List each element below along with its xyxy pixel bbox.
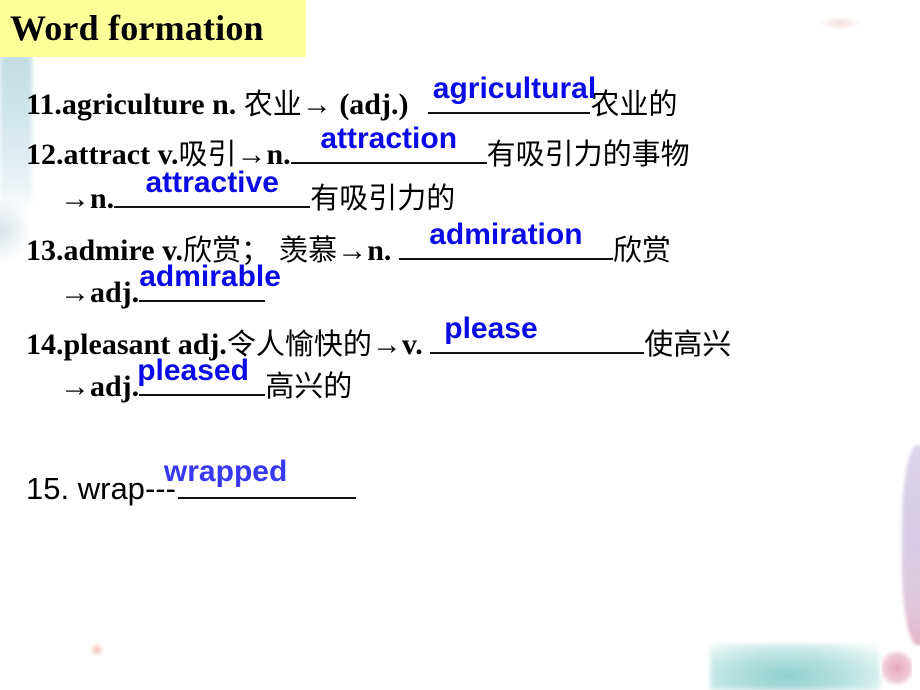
target-meaning: 使高兴 bbox=[644, 327, 732, 361]
watercolor-decoration-bottom bbox=[710, 644, 880, 690]
target-pos: n. bbox=[367, 234, 392, 267]
slide-title: Word formation bbox=[10, 8, 264, 48]
item-14-sub: →adj. pleased 高兴的 bbox=[60, 356, 353, 403]
watercolor-decoration-bottom-pink bbox=[882, 648, 912, 688]
watercolor-decoration-right bbox=[902, 445, 920, 645]
watercolor-dot bbox=[90, 643, 104, 657]
target-pos: n. bbox=[90, 182, 115, 215]
target-pos: adj. bbox=[90, 370, 140, 403]
answer-blank[interactable]: admirable bbox=[139, 262, 281, 302]
item-word: agriculture bbox=[61, 88, 205, 121]
answer-text: please bbox=[444, 312, 538, 345]
answer-blank[interactable]: admiration bbox=[398, 220, 613, 260]
item-word: attract bbox=[63, 138, 151, 171]
item-14: 14.pleasant adj.令人愉快的→v. please 使高兴 bbox=[26, 314, 732, 361]
answer-text: admirable bbox=[139, 260, 281, 293]
arrow: → bbox=[337, 234, 368, 267]
item-number: 11. bbox=[26, 88, 62, 121]
answer-blank[interactable]: agricultural bbox=[428, 74, 596, 114]
answer-text: wrapped bbox=[163, 455, 288, 488]
item-pos: n. bbox=[212, 88, 237, 121]
title-banner: Word formation bbox=[0, 0, 306, 57]
item-12: 12.attract v.吸引→n. attraction 有吸引力的事物 bbox=[26, 124, 690, 171]
item-word: wrap bbox=[77, 471, 145, 506]
arrow: → bbox=[60, 182, 90, 215]
item-meaning: 农业 bbox=[243, 87, 302, 121]
answer-blank[interactable]: attraction bbox=[290, 124, 487, 164]
arrow: → bbox=[60, 276, 90, 309]
watercolor-decoration-top-right bbox=[820, 16, 860, 30]
item-number: 12. bbox=[26, 138, 64, 171]
item-number: 13. bbox=[26, 234, 64, 267]
answer-text: pleased bbox=[137, 354, 249, 387]
item-13: 13.admire v.欣赏； 羡慕→n. admiration 欣赏 bbox=[26, 220, 671, 267]
answer-blank[interactable]: attractive bbox=[114, 168, 311, 208]
answer-blank[interactable]: pleased bbox=[137, 356, 266, 396]
arrow: → bbox=[301, 88, 332, 121]
answer-text: attraction bbox=[320, 122, 458, 155]
item-number: 14. bbox=[26, 328, 64, 361]
answer-text: admiration bbox=[429, 218, 583, 251]
answer-text: agricultural bbox=[432, 72, 597, 105]
answer-blank[interactable]: please bbox=[430, 314, 645, 354]
arrow: → bbox=[60, 370, 90, 403]
answer-text: attractive bbox=[145, 166, 279, 199]
target-pos: (adj.) bbox=[339, 88, 409, 121]
item-number: 15. bbox=[26, 471, 70, 506]
target-meaning: 有吸引力的事物 bbox=[486, 137, 690, 171]
target-meaning: 高兴的 bbox=[265, 369, 353, 403]
target-pos: v. bbox=[401, 328, 423, 361]
target-meaning: 有吸引力的 bbox=[310, 181, 456, 215]
item-13-sub: →adj. admirable bbox=[60, 262, 281, 309]
item-12-sub: →n. attractive 有吸引力的 bbox=[60, 168, 456, 215]
item-15: 15. wrap--- wrapped bbox=[26, 457, 356, 506]
target-meaning: 欣赏 bbox=[612, 233, 671, 267]
arrow: → bbox=[371, 328, 402, 361]
answer-blank[interactable]: wrapped bbox=[164, 457, 356, 499]
target-pos: adj. bbox=[90, 276, 140, 309]
item-11: 11.agriculture n. 农业→ (adj.) agricultural… bbox=[26, 74, 677, 121]
watercolor-decoration-left-lower bbox=[0, 200, 28, 260]
